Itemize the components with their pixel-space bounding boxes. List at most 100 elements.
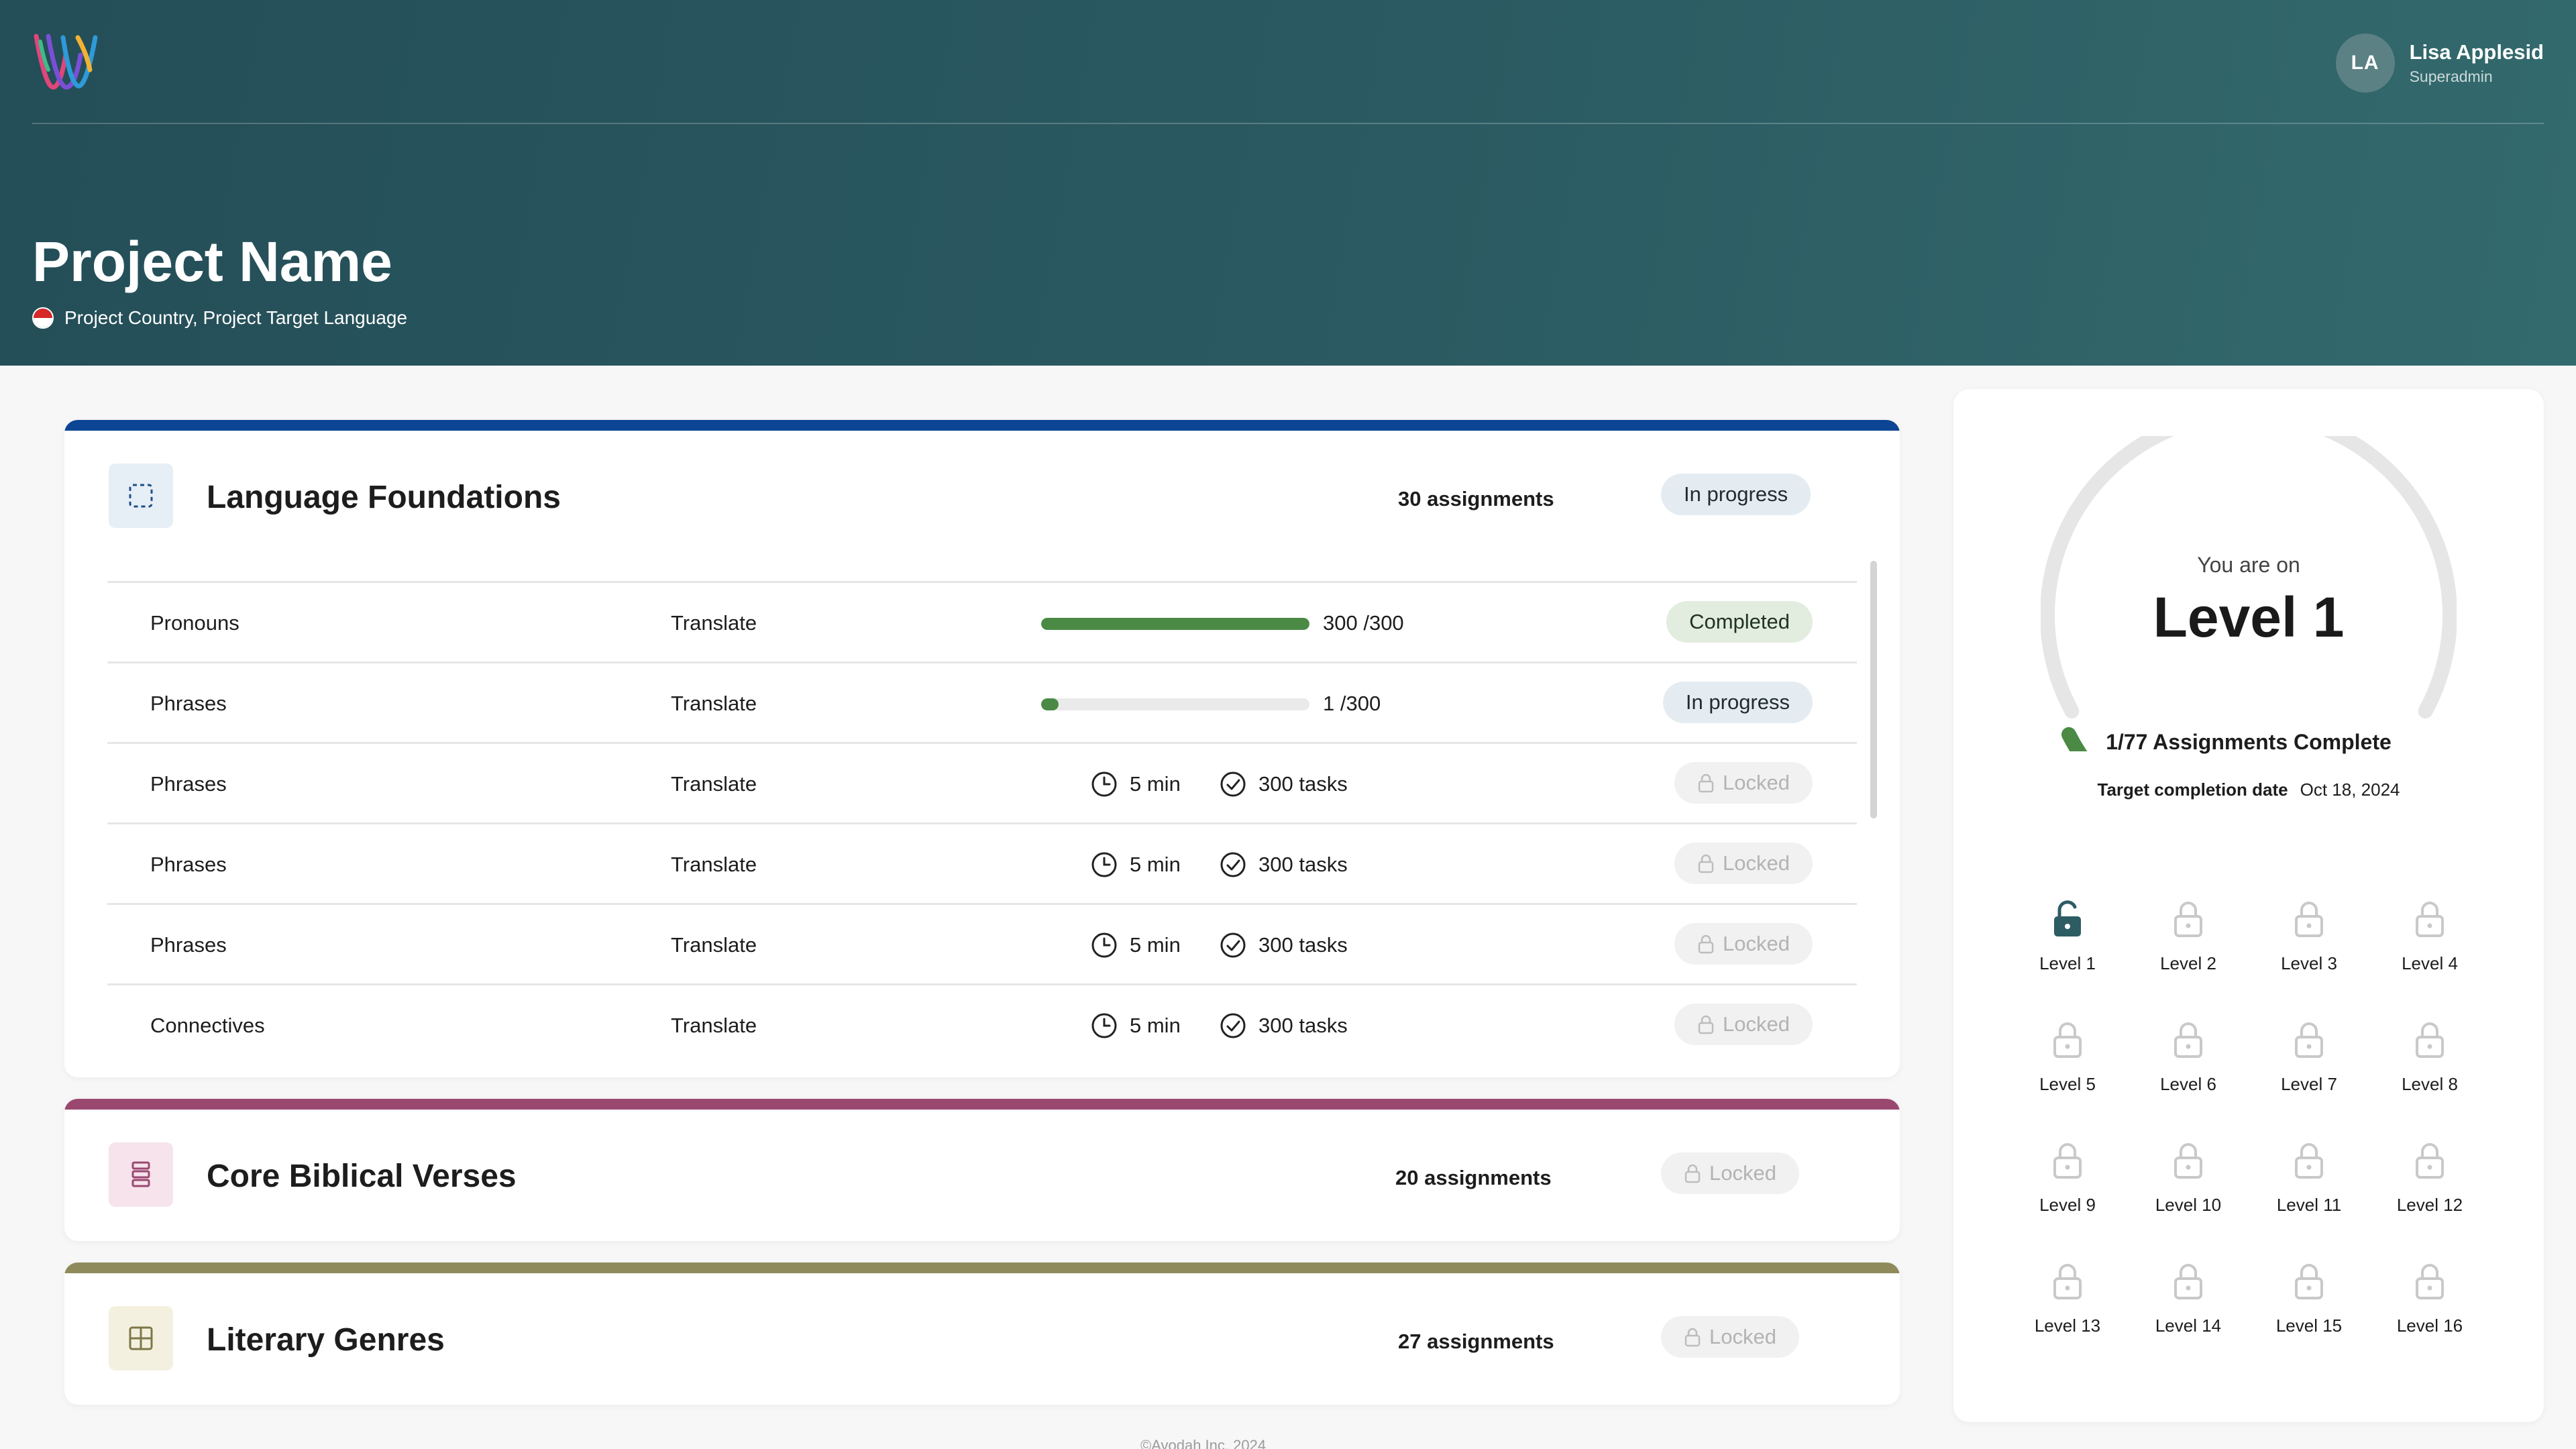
task-count: 300 tasks [1220,769,1348,799]
lock-icon [2416,1143,2444,1179]
level-label: Level 9 [2039,1195,2096,1215]
section-card-language-foundations: Language Foundations 30 assignments In p… [64,420,1900,1077]
level-item: Level 2 [2135,899,2242,1000]
level-item: Level 8 [2376,1020,2483,1120]
status-badge: In progress [1662,682,1813,723]
task-count: 300 tasks [1220,930,1348,960]
level-label: Level 13 [2034,1316,2101,1336]
assignment-name: Phrases [150,692,227,715]
assignment-row: Phrases Translate 5 min 300 tasks Locked [107,742,1857,822]
section-header[interactable]: Language Foundations 30 assignments In p… [64,431,1900,558]
level-item: Level 15 [2255,1261,2363,1362]
lock-icon [2174,1143,2202,1179]
duration: 5 min [1091,769,1181,799]
level-label: Level 11 [2276,1195,2342,1215]
section-card-core-biblical-verses[interactable]: Core Biblical Verses 20 assignments Lock… [64,1099,1900,1241]
lock-icon [1684,1328,1701,1347]
lock-icon [2416,1264,2444,1299]
status-badge: Locked [1674,1004,1813,1045]
level-label: Level 12 [2396,1195,2463,1215]
avatar[interactable]: LA [2335,34,2395,93]
section-title: Core Biblical Verses [207,1159,517,1194]
level-item: Level 6 [2135,1020,2242,1120]
target-completion: Target completion date Oct 18, 2024 [1953,780,2544,800]
level-item: Level 13 [2014,1261,2121,1362]
unlocked-lock-icon [2054,900,2081,936]
section-title: Literary Genres [207,1322,445,1358]
target-completion-date: Oct 18, 2024 [2300,780,2400,800]
lock-icon [2174,1264,2202,1299]
check-circle-icon [1220,1013,1246,1038]
assignment-row: Phrases Translate 5 min 300 tasks Locked [107,822,1857,903]
assignment-row[interactable]: Pronouns Translate 300 /300 Completed [107,581,1857,661]
lock-icon [2174,1022,2202,1058]
list-scrollbar[interactable] [1870,561,1877,818]
duration: 5 min [1091,930,1181,960]
level-item[interactable]: Level 1 [2014,899,2121,1000]
assignment-row: Phrases Translate 5 min 300 tasks Locked [107,903,1857,983]
section-accent-bar [64,420,1900,431]
progress-count: 1 /300 [1323,692,1381,715]
level-label: Level 10 [2155,1195,2222,1215]
assignment-type: Translate [671,692,757,715]
clock-icon [1091,1013,1117,1038]
lock-icon [2053,1264,2082,1299]
app-logo-icon[interactable] [31,28,105,95]
footer-copyright: ©Avodah Inc. 2024 [1140,1437,1267,1449]
duration: 5 min [1091,850,1181,879]
assignment-row: Connectives Translate 5 min 300 tasks Lo… [107,983,1857,1064]
lock-icon [2053,1022,2082,1058]
level-item: Level 16 [2376,1261,2483,1362]
dashed-square-icon [109,464,173,528]
level-item: Level 11 [2255,1140,2363,1241]
assignments-complete: 1/77 Assignments Complete [2106,730,2392,754]
progress-bar [1041,618,1309,630]
level-label: Level 4 [2402,953,2458,973]
section-card-literary-genres[interactable]: Literary Genres 27 assignments Locked [64,1263,1900,1405]
level-label: Level 5 [2039,1074,2096,1094]
section-accent-bar [64,1263,1900,1273]
level-label: Level 7 [2281,1074,2337,1094]
assignment-count: 20 assignments [1395,1166,1552,1189]
grid-icon [109,1306,173,1371]
level-label: Level 1 [2039,953,2096,973]
lock-icon [1698,854,1714,873]
level-label: Level 3 [2281,953,2337,973]
lock-icon [2295,1264,2323,1299]
level-label: Level 6 [2160,1074,2216,1094]
lock-icon [2416,902,2444,937]
user-menu[interactable]: LA Lisa Applesid Superadmin [2335,34,2544,93]
lock-icon [1698,934,1714,954]
section-header[interactable]: Literary Genres 27 assignments Locked [64,1273,1900,1401]
task-count: 300 tasks [1220,1011,1348,1040]
user-name: Lisa Applesid [2409,40,2544,64]
current-level: Level 1 [2153,586,2345,649]
progress-count: 300 /300 [1323,611,1404,635]
user-role: Superadmin [2409,68,2493,85]
level-label: Level 8 [2402,1074,2458,1094]
page-title: Project Name [32,230,392,293]
level-item: Level 4 [2376,899,2483,1000]
target-completion-label: Target completion date [2097,780,2288,800]
status-badge: Locked [1674,843,1813,884]
lock-icon [2174,902,2202,937]
assignment-row[interactable]: Phrases Translate 1 /300 In progress [107,661,1857,742]
project-subtitle: Project Country, Project Target Language [32,307,407,329]
clock-icon [1091,932,1117,958]
project-location-language: Project Country, Project Target Language [64,307,408,328]
section-title: Language Foundations [207,480,561,515]
lock-icon [2295,902,2323,937]
lock-icon [1684,1164,1701,1183]
level-label: Level 16 [2396,1316,2463,1336]
assignment-name: Pronouns [150,611,239,635]
assignment-name: Phrases [150,853,227,876]
level-item: Level 14 [2135,1261,2242,1362]
level-label: Level 15 [2275,1316,2343,1336]
check-circle-icon [1220,852,1246,877]
progress-bar [1041,698,1309,710]
section-header[interactable]: Core Biblical Verses 20 assignments Lock… [64,1110,1900,1237]
level-item: Level 10 [2135,1140,2242,1241]
status-badge: Locked [1674,923,1813,965]
you-are-on-label: You are on [2197,553,2300,577]
clock-icon [1091,852,1117,877]
